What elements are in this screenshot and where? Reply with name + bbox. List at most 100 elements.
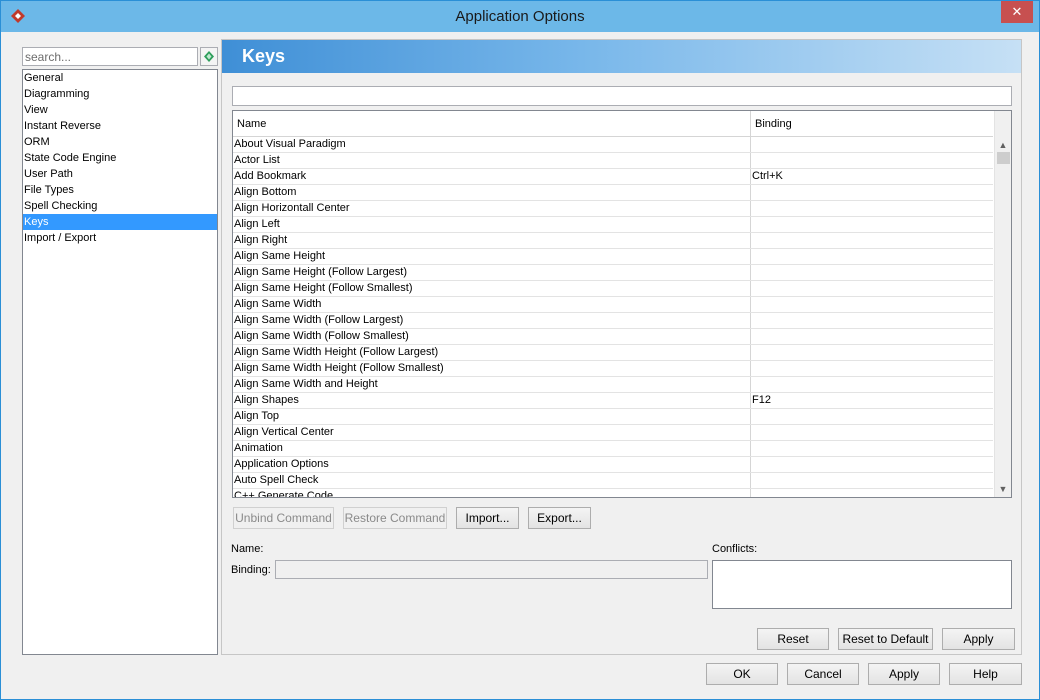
search-go-button[interactable] bbox=[200, 47, 218, 66]
import-button[interactable]: Import... bbox=[456, 507, 519, 529]
close-icon: ✕ bbox=[1011, 4, 1023, 19]
table-row[interactable]: Animation bbox=[233, 441, 993, 457]
column-header-name[interactable]: Name bbox=[233, 111, 751, 137]
binding-field[interactable] bbox=[275, 560, 708, 579]
key-binding-cell bbox=[751, 265, 993, 280]
help-button[interactable]: Help bbox=[949, 663, 1022, 685]
command-name-cell: Align Same Height (Follow Largest) bbox=[233, 265, 751, 280]
diamond-arrow-icon bbox=[204, 51, 214, 62]
key-binding-cell bbox=[751, 409, 993, 424]
reset-button[interactable]: Reset bbox=[757, 628, 829, 650]
category-item-view[interactable]: View bbox=[23, 102, 217, 118]
command-name-cell: Align Same Width (Follow Largest) bbox=[233, 313, 751, 328]
category-item-import-export[interactable]: Import / Export bbox=[23, 230, 217, 246]
panel-title: Keys bbox=[242, 46, 286, 66]
table-row[interactable]: Align Vertical Center bbox=[233, 425, 993, 441]
table-row[interactable]: Align Same Width (Follow Smallest) bbox=[233, 329, 993, 345]
category-item-state-code-engine[interactable]: State Code Engine bbox=[23, 150, 217, 166]
table-row[interactable]: Align Same Height (Follow Largest) bbox=[233, 265, 993, 281]
table-row[interactable]: Align Horizontall Center bbox=[233, 201, 993, 217]
category-item-spell-checking[interactable]: Spell Checking bbox=[23, 198, 217, 214]
reset-to-default-button[interactable]: Reset to Default bbox=[838, 628, 933, 650]
table-row[interactable]: Align Same Height (Follow Smallest) bbox=[233, 281, 993, 297]
search-input[interactable] bbox=[22, 47, 198, 66]
key-binding-cell: F12 bbox=[752, 394, 771, 406]
category-item-orm[interactable]: ORM bbox=[23, 134, 217, 150]
command-name-cell: Align Bottom bbox=[233, 185, 751, 200]
table-row[interactable]: Align Same Width and Height bbox=[233, 377, 993, 393]
command-name-cell: Align Horizontall Center bbox=[233, 201, 751, 216]
table-row[interactable]: C++ Generate Code bbox=[233, 489, 993, 497]
key-binding-cell bbox=[751, 377, 993, 392]
command-name-cell: Animation bbox=[233, 441, 751, 456]
command-name-cell: Align Same Height bbox=[233, 249, 751, 264]
command-name-cell: Align Same Width bbox=[233, 297, 751, 312]
table-row[interactable]: About Visual Paradigm bbox=[233, 137, 993, 153]
key-binding-cell bbox=[751, 281, 993, 296]
vertical-scrollbar[interactable]: ▲ ▼ bbox=[994, 111, 1011, 497]
close-window-button[interactable]: ✕ bbox=[1001, 1, 1033, 23]
key-binding-cell bbox=[751, 361, 993, 376]
conflicts-list bbox=[712, 560, 1012, 609]
table-row[interactable]: Align Top bbox=[233, 409, 993, 425]
export-button[interactable]: Export... bbox=[528, 507, 591, 529]
key-binding-cell bbox=[751, 457, 993, 472]
ok-button[interactable]: OK bbox=[706, 663, 778, 685]
conflicts-label: Conflicts: bbox=[712, 543, 758, 555]
key-binding-cell bbox=[751, 329, 993, 344]
table-row[interactable]: Align Same Width Height (Follow Smallest… bbox=[233, 361, 993, 377]
category-item-diagramming[interactable]: Diagramming bbox=[23, 86, 217, 102]
command-name-cell: Align Vertical Center bbox=[233, 425, 751, 440]
key-binding-cell bbox=[751, 217, 993, 232]
window-title: Application Options bbox=[455, 8, 585, 25]
command-name-cell: Align Right bbox=[233, 233, 751, 248]
table-row[interactable]: Auto Spell Check bbox=[233, 473, 993, 489]
command-name-cell: C++ Generate Code bbox=[233, 489, 751, 497]
category-item-user-path[interactable]: User Path bbox=[23, 166, 217, 182]
command-name-cell: Add Bookmark bbox=[233, 169, 751, 184]
category-item-keys[interactable]: Keys bbox=[23, 214, 217, 230]
table-row[interactable]: Align Bottom bbox=[233, 185, 993, 201]
binding-label: Binding: bbox=[231, 564, 271, 576]
table-row[interactable]: Align Same Width bbox=[233, 297, 993, 313]
scroll-thumb[interactable] bbox=[997, 152, 1010, 164]
unbind-command-button[interactable]: Unbind Command bbox=[233, 507, 334, 529]
table-row[interactable]: Align Same Width Height (Follow Largest) bbox=[233, 345, 993, 361]
command-name-cell: Align Left bbox=[233, 217, 751, 232]
table-row[interactable]: Actor List bbox=[233, 153, 993, 169]
column-header-binding[interactable]: Binding bbox=[751, 111, 993, 137]
command-name-cell: Application Options bbox=[233, 457, 751, 472]
command-name-cell: Align Top bbox=[233, 409, 751, 424]
key-binding-cell bbox=[751, 233, 993, 248]
table-row[interactable]: Align Shapes F12 bbox=[233, 393, 993, 409]
table-row[interactable]: Add Bookmark Ctrl+K bbox=[233, 169, 993, 185]
keys-panel: Keys Name Binding About Visual Paradigm A… bbox=[221, 39, 1022, 655]
restore-command-button[interactable]: Restore Command bbox=[343, 507, 447, 529]
table-row[interactable]: Align Same Width (Follow Largest) bbox=[233, 313, 993, 329]
key-binding-cell bbox=[751, 345, 993, 360]
command-name-cell: Align Same Width Height (Follow Largest) bbox=[233, 345, 751, 360]
category-item-file-types[interactable]: File Types bbox=[23, 182, 217, 198]
table-row[interactable]: Align Right bbox=[233, 233, 993, 249]
panel-header: Keys bbox=[222, 40, 1021, 73]
key-binding-cell bbox=[751, 137, 993, 152]
category-item-instant-reverse[interactable]: Instant Reverse bbox=[23, 118, 217, 134]
category-item-general[interactable]: General bbox=[23, 70, 217, 86]
table-row[interactable]: Application Options bbox=[233, 457, 993, 473]
cancel-button[interactable]: Cancel bbox=[787, 663, 859, 685]
table-row[interactable]: Align Same Height bbox=[233, 249, 993, 265]
key-binding-cell bbox=[751, 489, 993, 497]
command-name-cell: Actor List bbox=[233, 153, 751, 168]
key-filter-input[interactable] bbox=[232, 86, 1012, 106]
scroll-up-icon[interactable]: ▲ bbox=[995, 137, 1011, 153]
command-name-cell: Align Same Width and Height bbox=[233, 377, 751, 392]
key-binding-cell bbox=[751, 185, 993, 200]
key-binding-cell bbox=[751, 313, 993, 328]
apply-button[interactable]: Apply bbox=[868, 663, 940, 685]
command-name-cell: Align Same Width Height (Follow Smallest… bbox=[233, 361, 751, 376]
panel-apply-button[interactable]: Apply bbox=[942, 628, 1015, 650]
table-row[interactable]: Align Left bbox=[233, 217, 993, 233]
scroll-down-icon[interactable]: ▼ bbox=[995, 481, 1011, 497]
title-bar[interactable]: Application Options ✕ bbox=[1, 1, 1039, 32]
command-name-cell: Align Shapes bbox=[233, 393, 751, 408]
